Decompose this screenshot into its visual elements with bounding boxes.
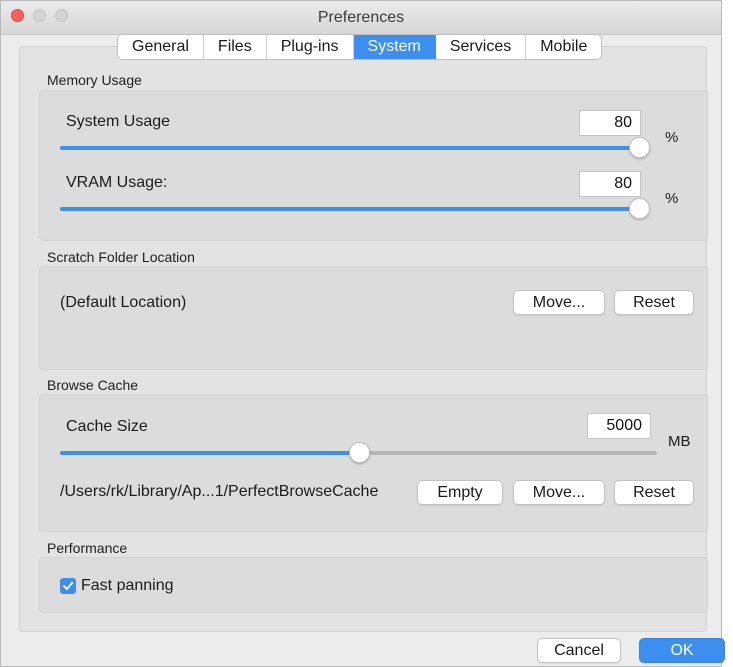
cache-size-field[interactable]: 5000 — [587, 413, 651, 439]
slider-fill — [60, 146, 639, 150]
cache-move-button[interactable]: Move... — [513, 480, 605, 505]
vram-usage-field[interactable]: 80 — [579, 171, 641, 197]
performance-heading: Performance — [47, 540, 128, 556]
system-usage-field[interactable]: 80 — [579, 110, 641, 136]
vram-usage-label: VRAM Usage: — [66, 174, 168, 191]
slider-fill — [60, 451, 359, 455]
scratch-folder-heading: Scratch Folder Location — [47, 249, 195, 265]
cache-size-label: Cache Size — [66, 418, 148, 435]
window-title: Preferences — [317, 9, 405, 26]
system-usage-unit: % — [665, 129, 679, 146]
slider-thumb[interactable] — [629, 137, 650, 158]
system-usage-label: System Usage — [66, 113, 171, 130]
fast-panning-label[interactable]: Fast panning — [81, 577, 174, 595]
title-bar[interactable]: Preferences — [1, 1, 721, 35]
checkmark-icon — [63, 581, 74, 590]
cache-empty-button[interactable]: Empty — [417, 480, 503, 505]
scratch-move-button[interactable]: Move... — [513, 290, 605, 315]
tab-services[interactable]: Services — [435, 35, 527, 59]
cache-path-text: /Users/rk/Library/Ap...1/PerfectBrowseCa… — [60, 483, 379, 500]
scratch-folder-group — [39, 266, 708, 370]
tab-general[interactable]: General — [118, 35, 204, 59]
cache-size-slider[interactable] — [60, 442, 657, 464]
tab-bar: General Files Plug-ins System Services M… — [117, 34, 603, 60]
tab-system[interactable]: System — [353, 35, 436, 59]
cache-size-unit: MB — [668, 433, 691, 450]
browse-cache-heading: Browse Cache — [47, 377, 139, 393]
vram-usage-unit: % — [665, 190, 679, 207]
scratch-reset-button[interactable]: Reset — [614, 290, 694, 315]
cache-reset-button[interactable]: Reset — [614, 480, 694, 505]
slider-fill — [60, 207, 639, 211]
vram-usage-slider[interactable] — [60, 198, 650, 220]
fast-panning-checkbox[interactable] — [60, 578, 76, 594]
system-usage-slider[interactable] — [60, 137, 650, 159]
tab-files[interactable]: Files — [203, 35, 267, 59]
memory-usage-heading: Memory Usage — [47, 72, 142, 88]
scratch-location-text: (Default Location) — [60, 294, 187, 311]
slider-thumb[interactable] — [348, 442, 370, 463]
preferences-window: Preferences General Files Plug-ins Syste… — [0, 0, 725, 667]
slider-thumb[interactable] — [629, 198, 650, 219]
ok-button[interactable]: OK — [639, 638, 725, 663]
tab-plug-ins[interactable]: Plug-ins — [266, 35, 354, 59]
cancel-button[interactable]: Cancel — [537, 638, 621, 663]
tab-mobile[interactable]: Mobile — [526, 35, 602, 59]
